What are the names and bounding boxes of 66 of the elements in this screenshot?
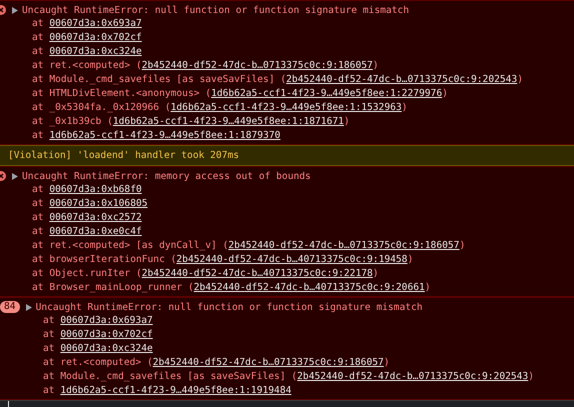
source-link[interactable]: 2b452440-df52-47dc-b…0713375c0c:9:186057 [142,60,373,71]
source-link[interactable]: 1d6b62a5-ccf1-4f23-9…449e5f8ee:1:2279976 [211,88,442,99]
stack-frame-text: at [32,226,45,237]
stack-frame-text: at Browser_mainLoop_runner ( [32,282,194,293]
stack-frame-text: at [43,385,56,396]
source-link[interactable]: 00607d3a:0xb68f0 [49,184,142,195]
stack-frame-text: at [43,343,56,354]
source-link[interactable]: 00607d3a:0xc324e [49,46,142,57]
stack-frame-text: at [32,46,45,57]
source-link[interactable]: 00607d3a:0xe0c4f [49,226,142,237]
error-message: Uncaught RuntimeError: memory access out of bounds [22,170,311,182]
stack-frame-text: at ret.<computed> [as dynCall_v] ( [32,240,228,251]
source-link[interactable]: 00607d3a:0x702cf [60,329,153,340]
source-link[interactable]: 00607d3a:0xc324e [60,343,153,354]
stack-frame-text: at browserIterationFunc ( [32,254,176,265]
paren-text: ) [407,254,414,265]
stack-frame-text: at [32,184,45,195]
stack-frame-text: at HTMLDivElement.<anonymous> ( [32,88,212,99]
stack-frame-text: at [32,212,45,223]
source-link[interactable]: 2b452440-df52-47dc-b…0713375c0c:9:202543 [297,371,528,382]
expand-triangle-icon[interactable] [12,172,18,180]
paren-text: ) [517,74,523,85]
expand-triangle-icon[interactable] [26,304,32,310]
source-link[interactable]: 1d6b62a5-ccf1-4f23-9…449e5f8ee:1:1532963 [170,102,402,113]
source-link[interactable]: 00607d3a:0x693a7 [49,18,142,29]
source-link[interactable]: 2b452440-df52-47dc-b…0713375c0c:9:186057 [228,240,460,251]
source-link[interactable]: 2b452440-df52-47dc-b…0713375c0c:9:202543 [286,74,518,85]
error-message: Uncaught RuntimeError: null function or function signature mismatch [36,302,423,312]
paren-text: ) [372,60,379,71]
paren-text: ) [344,116,350,127]
source-link[interactable]: 1d6b62a5-ccf1-4f23-9…449e5f8ee:1:1871671 [112,116,344,127]
text-cursor [8,401,9,407]
source-link[interactable]: 2b452440-df52-47dc-b…40713375c0c:9:22178 [142,268,373,279]
stack-frame-text: at [43,329,56,340]
paren-text: ) [424,282,431,293]
stack-frame-text: at [32,18,45,29]
paren-text: ) [459,240,466,251]
source-link[interactable]: 2b452440-df52-47dc-b…0713375c0c:9:186057 [152,357,384,368]
stack-frame-text: at [43,315,56,326]
source-link[interactable]: 00607d3a:0x702cf [49,32,142,43]
source-link[interactable]: 00607d3a:0x693a7 [60,315,153,326]
source-link[interactable]: 00607d3a:0x106805 [49,198,148,209]
source-link[interactable]: 1d6b62a5-ccf1-4f23-9…449e5f8ee:1:1879370 [49,130,280,141]
stack-frame-text: at Object.runIter ( [32,268,142,279]
stack-frame-text: at ret.<computed> ( [32,60,142,71]
paren-text: ) [402,102,408,113]
stack-frame-text: at [32,130,45,141]
paren-text: ) [442,88,448,99]
stack-frame-text: at _0x1b39cb ( [32,116,113,127]
stack-frame-text: at Module._cmd_savefiles [as saveSavFiles] ( [32,74,286,85]
source-link[interactable]: 1d6b62a5-ccf1-4f23-9…449e5f8ee:1:1919484 [60,385,292,396]
repeat-count-badge: 84 [0,301,20,313]
stack-frame-text: at [32,32,45,43]
paren-text: ) [528,371,534,382]
expand-triangle-icon[interactable] [12,6,18,14]
paren-text: ) [384,357,390,368]
stack-frame-text: at Module._cmd_savefiles [as saveSavFiles] ( [43,371,298,382]
source-link[interactable]: 2b452440-df52-47dc-b…40713375c0c:9:20661 [194,282,425,293]
violation-message: [Violation] 'loadend' handler took 207ms [0,145,574,166]
source-link[interactable]: 00607d3a:0xc2572 [49,212,142,223]
source-link[interactable]: 2b452440-df52-47dc-b…40713375c0c:9:19458 [176,254,408,265]
stack-frame-text: at _0x5304fa._0x120966 ( [32,102,171,113]
stack-frame-text: at ret.<computed> ( [43,357,153,368]
error-message: Uncaught RuntimeError: null function or function signature mismatch [22,4,409,16]
stack-frame-text: at [32,198,45,209]
paren-text: ) [372,268,379,279]
